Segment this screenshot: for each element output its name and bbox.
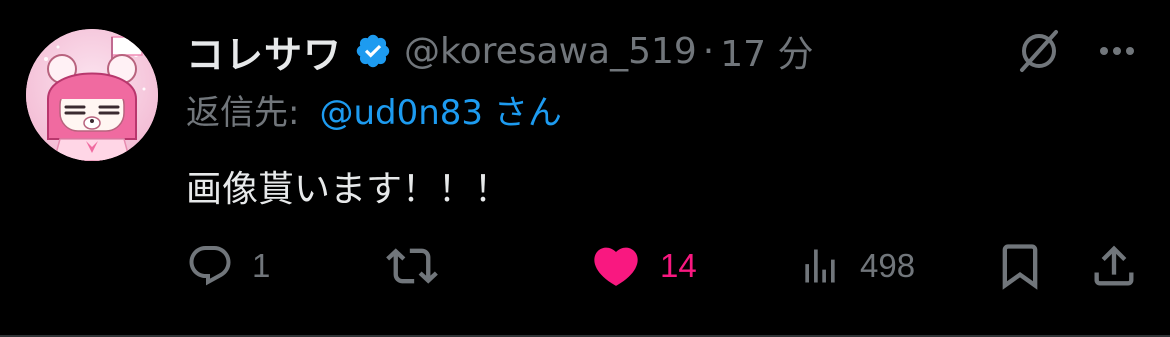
views-button[interactable]: 498 [798, 236, 915, 296]
timestamp[interactable]: 17 分 [720, 25, 813, 77]
reply-button[interactable]: 1 [186, 236, 270, 296]
grok-icon[interactable] [1016, 28, 1062, 74]
bookmark-icon [1002, 244, 1038, 290]
bookmark-button[interactable] [994, 236, 1046, 296]
retweet-icon [386, 248, 438, 284]
display-name[interactable]: コレサワ [186, 24, 342, 79]
tweet[interactable]: コレサワ @koresawa_519 · 17 分 返信先: @ud0n83 さ… [0, 0, 1170, 337]
tweet-header: コレサワ @koresawa_519 · 17 分 [186, 22, 814, 80]
reply-count: 1 [252, 247, 271, 284]
like-button[interactable]: 14 [590, 236, 697, 296]
heart-icon [594, 247, 638, 286]
views-count: 498 [860, 247, 916, 284]
reply-prefix: 返信先: [186, 92, 300, 133]
avatar[interactable] [26, 29, 158, 161]
more-options-icon[interactable] [1096, 30, 1138, 72]
verified-badge-icon[interactable] [354, 32, 392, 70]
avatar-image [26, 29, 158, 161]
reply-target-link[interactable]: @ud0n83 さん [319, 85, 561, 134]
share-icon [1094, 245, 1134, 286]
replying-to: 返信先: @ud0n83 さん [186, 84, 562, 134]
share-button[interactable] [1088, 236, 1140, 296]
tweet-text: 画像貰います！！！ [186, 169, 511, 210]
tweet-actions: 1 14 498 [0, 236, 1170, 296]
views-icon [805, 249, 835, 283]
separator-dot: · [702, 30, 715, 72]
user-handle[interactable]: @koresawa_519 [404, 31, 697, 72]
retweet-button[interactable] [386, 236, 456, 296]
like-count: 14 [660, 247, 697, 284]
reply-icon [189, 246, 231, 286]
